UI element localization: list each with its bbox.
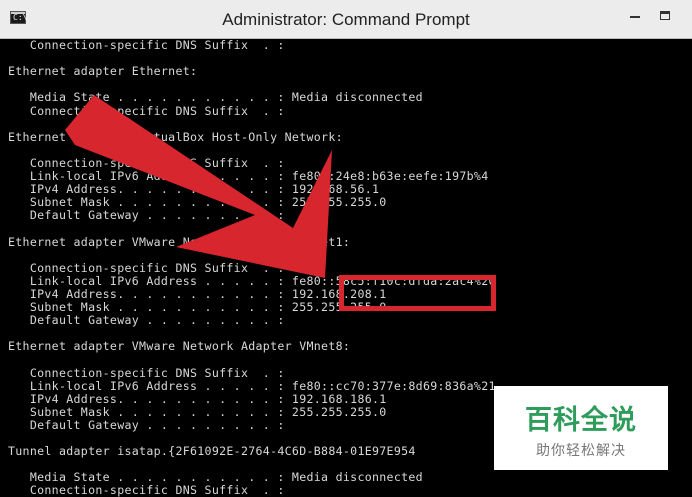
- console-line: Ethernet adapter VirtualBox Host-Only Ne…: [8, 129, 343, 144]
- console-line: Connection-specific DNS Suffix . :: [8, 260, 285, 275]
- console-line: Connection-specific DNS Suffix . :: [8, 483, 285, 497]
- console-line: Ethernet adapter Ethernet:: [8, 64, 198, 79]
- console-line: Default Gateway . . . . . . . . . :: [8, 208, 285, 223]
- title-bar: C:\ Administrator: Command Prompt: [0, 0, 692, 39]
- ip-highlight-box: [339, 275, 496, 311]
- maximize-icon: [660, 11, 670, 20]
- watermark-logo: 百科全说: [525, 405, 637, 436]
- console-line: IPv4 Address. . . . . . . . . . . : 192.…: [8, 286, 387, 301]
- console-line: Media State . . . . . . . . . . . : Medi…: [8, 470, 423, 485]
- watermark-subtitle: 助你轻松解决: [536, 443, 626, 459]
- console-line: IPv4 Address. . . . . . . . . . . : 192.…: [8, 182, 380, 197]
- console-line: IPv4 Address. . . . . . . . . . . : 192.…: [8, 391, 387, 406]
- console-line: Connection-specific DNS Suffix . :: [8, 103, 285, 118]
- console-line: Connection-specific DNS Suffix . :: [8, 365, 285, 380]
- minimize-icon: [630, 16, 640, 18]
- console-line: Tunnel adapter isatap.{2F61092E-2764-4C6…: [8, 444, 416, 459]
- watermark-badge: 百科全说 助你轻松解决: [494, 386, 668, 470]
- console-line: Connection-specific DNS Suffix . :: [8, 38, 285, 52]
- console-line: Link-local IPv6 Address . . . . . : fe80…: [8, 378, 496, 393]
- console-line: Subnet Mask . . . . . . . . . . . : 255.…: [8, 300, 387, 314]
- console-line: Link-local IPv6 Address . . . . . : fe80…: [8, 169, 489, 183]
- console-line: Connection-specific DNS Suffix . :: [8, 155, 285, 170]
- minimize-button[interactable]: [630, 5, 644, 27]
- console-line: Ethernet adapter VMware Network Adapter …: [8, 234, 351, 249]
- console-line: Media State . . . . . . . . . . . : Medi…: [8, 90, 423, 105]
- window-title: Administrator: Command Prompt: [222, 10, 470, 29]
- console-line: Subnet Mask . . . . . . . . . . . : 255.…: [8, 195, 387, 210]
- console-line: Subnet Mask . . . . . . . . . . . : 255.…: [8, 404, 387, 419]
- console-line: Default Gateway . . . . . . . . . :: [8, 313, 285, 328]
- console-line: Default Gateway . . . . . . . . . :: [8, 417, 285, 432]
- console-line: Ethernet adapter VMware Network Adapter …: [8, 339, 351, 354]
- maximize-button[interactable]: [660, 5, 674, 27]
